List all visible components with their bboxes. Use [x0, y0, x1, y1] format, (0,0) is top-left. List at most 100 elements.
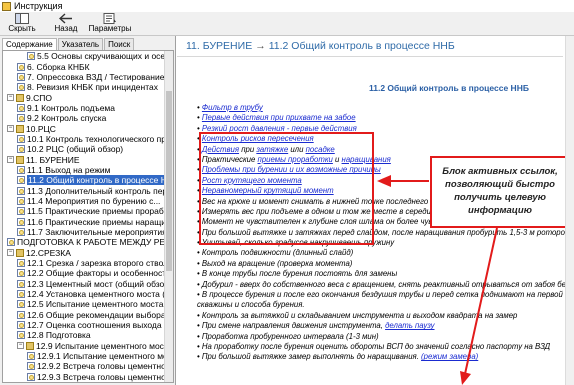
book-open-icon: [16, 93, 24, 102]
window-title: Инструкция: [14, 1, 63, 11]
page-icon: [7, 238, 15, 247]
nav-tabs: Содержание Указатель Поиск: [2, 38, 135, 50]
tree-item-label: 12.СРЕЗКА: [26, 247, 71, 258]
tree-item-label: ПОДГОТОВКА К РАБОТЕ МЕЖДУ РЕЙСАМИ: [17, 237, 165, 248]
page-icon: [17, 228, 25, 237]
params-label: Параметры: [88, 24, 132, 33]
contents-tree: 5.5 Основы скручивающих и осевых нагру..…: [3, 51, 165, 383]
tree-item[interactable]: 7. Опрессовка ВЗД / Тестирование т.с.: [3, 72, 165, 82]
tree-item-label: 11. БУРЕНИЕ: [26, 154, 80, 165]
tree-item[interactable]: 11.3 Дополнительный контроль перед на...: [3, 185, 165, 196]
tree-item-label: 11.4 Мероприятия по бурению с...: [27, 195, 161, 206]
tree-item-label: 11.5 Практические приемы проработки: [27, 206, 165, 217]
tree-item[interactable]: 12.1 Срезка / зарезка второго ствола (те…: [3, 258, 165, 268]
tree-item-label: 12.6 Общие рекомендации выбора точки...: [27, 309, 165, 320]
tree-item-label: 12.2 Общие факторы и особенности для...: [27, 268, 165, 279]
callout-arrow: [377, 175, 498, 385]
tree-item-label: 12.1 Срезка / зарезка второго ствола (те…: [27, 258, 165, 269]
tree-item[interactable]: 12.2 Общие факторы и особенности для...: [3, 268, 165, 278]
tree-item[interactable]: 6. Сборка КНБК: [3, 61, 165, 72]
tree-item[interactable]: 12.9.2 Встреча головы цементного мо...: [3, 361, 165, 371]
page-icon: [17, 103, 25, 112]
tree-item-label: 12.9.2 Встреча головы цементного мо...: [37, 361, 165, 372]
tree-item[interactable]: − 9.СПО: [3, 92, 165, 103]
tree-item[interactable]: 10.1 Контроль технологического процесса.…: [3, 134, 165, 144]
page-icon: [17, 279, 25, 288]
tree-item-label: 12.9.3 Встреча головы цементного мо...: [37, 371, 165, 382]
tab-index[interactable]: Указатель: [57, 38, 104, 50]
collapse-toggle[interactable]: −: [7, 125, 14, 133]
page-icon: [17, 165, 25, 174]
tree-item[interactable]: 10.2 РЦС (общий обзор): [3, 144, 165, 154]
page-icon: [17, 134, 25, 143]
book-open-icon: [26, 341, 34, 350]
book-open-icon: [16, 248, 24, 257]
tree-item-label: 11.7 Заключительные мероприятия пос...: [27, 227, 165, 238]
tree-item[interactable]: 12.9.3 Встреча головы цементного мо...: [3, 372, 165, 382]
tree-item-label: 12.5 Испытание цементного моста (общий..…: [27, 299, 165, 310]
tree-item[interactable]: 11.7 Заключительные мероприятия пос...: [3, 227, 165, 237]
tree-item[interactable]: 9.1 Контроль подъема: [3, 103, 165, 113]
collapse-toggle[interactable]: −: [7, 156, 14, 164]
tree-item[interactable]: ПОДГОТОВКА К РАБОТЕ МЕЖДУ РЕЙСАМИ: [3, 237, 165, 247]
collapse-toggle[interactable]: −: [17, 342, 24, 350]
tree-item-label: 12.9.1 Испытание цементного моста: [37, 351, 165, 362]
tree-item[interactable]: 11.4 Мероприятия по бурению с...: [3, 196, 165, 206]
tree-item[interactable]: − 11. БУРЕНИЕ: [3, 154, 165, 165]
page-icon: [17, 331, 25, 340]
tree-item[interactable]: 8. Ревизия КНБК при инцидентах: [3, 82, 165, 92]
page-icon: [17, 186, 25, 195]
tree-item-label: 10.РЦС: [26, 123, 56, 134]
back-label: Назад: [54, 24, 78, 33]
tree-item[interactable]: 11.2 Общий контроль в процессе ННБ: [3, 175, 165, 186]
tree-item[interactable]: 12.5 Испытание цементного моста (общий..…: [3, 299, 165, 309]
tree-scrollbar[interactable]: [164, 51, 173, 382]
tree-item[interactable]: 12.3 Цементный мост (общий обзор): [3, 279, 165, 289]
hide-button[interactable]: Скрыть: [0, 12, 44, 35]
window-titlebar: Инструкция: [0, 0, 574, 12]
tree-item-label: 12.10 Срезка: [27, 382, 79, 383]
tree-item[interactable]: 11.6 Практические приемы наращивания: [3, 217, 165, 227]
tree-item-label: 7. Опрессовка ВЗД / Тестирование т.с.: [27, 71, 165, 82]
page-icon: [17, 196, 25, 205]
tab-search[interactable]: Поиск: [104, 38, 135, 50]
collapse-toggle[interactable]: −: [7, 249, 14, 257]
tree-item[interactable]: 9.2 Контроль спуска: [3, 113, 165, 123]
page-icon: [17, 321, 25, 330]
page-icon: [17, 62, 25, 71]
params-button[interactable]: Параметры: [88, 12, 132, 35]
tree-item[interactable]: − 12.9 Испытание цементного моста: [3, 341, 165, 351]
tab-contents[interactable]: Содержание: [2, 38, 57, 50]
page-icon: [17, 114, 25, 123]
tree-item[interactable]: − 10.РЦС: [3, 123, 165, 134]
page-icon: [17, 290, 25, 299]
tree-item[interactable]: 12.8 Подготовка: [3, 330, 165, 340]
back-button[interactable]: Назад: [44, 12, 88, 35]
page-icon: [17, 259, 25, 268]
tree-item-label: 11.2 Общий контроль в процессе ННБ: [27, 175, 165, 186]
tree-item[interactable]: 12.4 Установка цементного моста (общий..…: [3, 289, 165, 299]
tree-item[interactable]: − 12.СРЕЗКА: [3, 248, 165, 258]
page-icon: [27, 52, 35, 61]
collapse-toggle[interactable]: −: [7, 94, 14, 102]
tree-item-label: 12.7 Оценка соотношения выхода шлама...: [27, 320, 165, 331]
tree-item-label: 11.3 Дополнительный контроль перед на...: [27, 185, 165, 196]
page-icon: [17, 145, 25, 154]
tree-item[interactable]: 12.7 Оценка соотношения выхода шлама...: [3, 320, 165, 330]
tree-item-label: 9.2 Контроль спуска: [27, 113, 107, 124]
topic-scrollbar[interactable]: [565, 36, 574, 385]
tree-item[interactable]: 12.9.1 Испытание цементного моста: [3, 351, 165, 361]
book-open-icon: [16, 155, 24, 164]
hide-panel-icon: [15, 13, 29, 24]
page-icon: [17, 83, 25, 92]
tree-item-label: 11.1 Выход на режим: [27, 164, 111, 175]
tree-item-label: 9.1 Контроль подъема: [27, 102, 115, 113]
tree-item[interactable]: 12.6 Общие рекомендации выбора точки...: [3, 310, 165, 320]
tree-item-label: 10.1 Контроль технологического процесса.…: [27, 133, 165, 144]
tree-item[interactable]: 11.1 Выход на режим: [3, 165, 165, 175]
tree-item[interactable]: 12.10 Срезка: [3, 382, 165, 383]
tree-item-label: 5.5 Основы скручивающих и осевых нагру..…: [37, 51, 165, 62]
tree-item[interactable]: 11.5 Практические приемы проработки: [3, 206, 165, 216]
tree-item[interactable]: 5.5 Основы скручивающих и осевых нагру..…: [3, 51, 165, 61]
tree-scrollbar-thumb[interactable]: [166, 91, 172, 271]
